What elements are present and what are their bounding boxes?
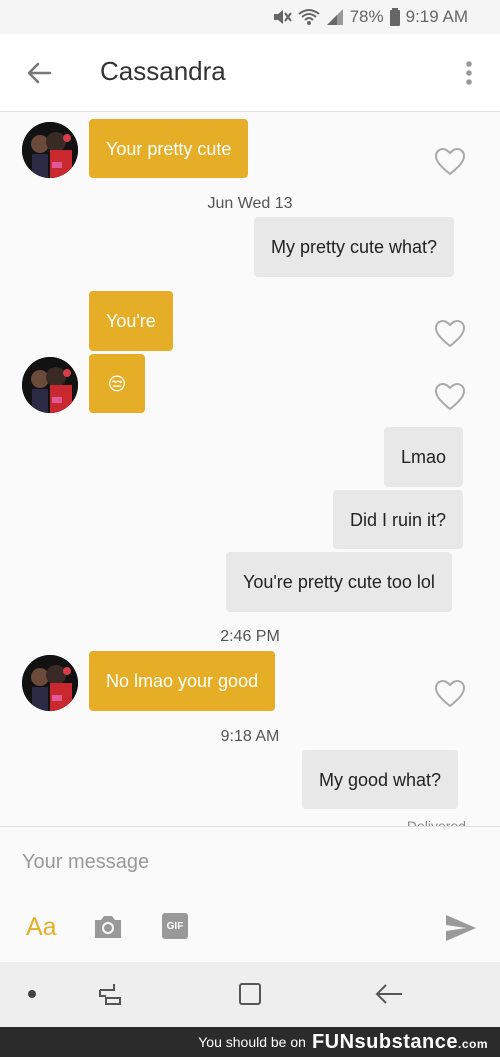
watermark-prefix: You should be on — [198, 1034, 306, 1050]
mute-icon — [273, 10, 292, 24]
conversation-header: Cassandra — [0, 34, 500, 112]
contact-name: Cassandra — [100, 56, 226, 86]
gif-icon[interactable]: GIF — [162, 913, 188, 939]
send-icon[interactable] — [444, 913, 478, 943]
avatar[interactable] — [22, 655, 78, 711]
avatar[interactable] — [22, 122, 78, 178]
outgoing-message[interactable]: My good what? — [302, 750, 459, 809]
avatar[interactable] — [22, 357, 78, 413]
message-list[interactable]: Your pretty cute Jun Wed 13 My pretty cu… — [0, 112, 500, 826]
back-arrow-icon[interactable] — [24, 58, 54, 88]
delivered-status: Delivered — [406, 818, 466, 826]
outgoing-message[interactable]: My pretty cute what? — [254, 217, 455, 277]
text-format-button[interactable]: Aa — [26, 913, 57, 942]
wifi-icon — [297, 9, 320, 25]
system-nav-bar — [0, 962, 500, 1027]
battery-percent: 78% — [349, 7, 384, 26]
signal-icon — [326, 9, 343, 25]
outgoing-message[interactable]: Did I ruin it? — [333, 490, 464, 549]
recent-apps-icon[interactable] — [96, 980, 124, 1008]
heart-icon[interactable] — [435, 383, 465, 411]
watermark-brand-fun: FUN — [311, 1030, 355, 1053]
incoming-emoji-message[interactable]: 😒 — [89, 354, 145, 413]
heart-icon[interactable] — [435, 320, 465, 348]
incoming-message[interactable]: Your pretty cute — [89, 119, 249, 178]
outgoing-message[interactable]: Lmao — [384, 427, 464, 487]
heart-icon[interactable] — [435, 148, 465, 176]
outgoing-message[interactable]: You're pretty cute too lol — [226, 552, 452, 612]
home-icon[interactable] — [236, 980, 264, 1008]
watermark-brand-suffix: .com — [457, 1036, 488, 1051]
nav-back-icon[interactable] — [374, 980, 404, 1008]
camera-icon[interactable] — [93, 913, 123, 941]
timestamp: Jun Wed 13 — [207, 195, 293, 212]
nav-dot-icon[interactable] — [28, 990, 36, 998]
clock: 9:19 AM — [405, 7, 468, 26]
timestamp: 2:46 PM — [220, 628, 280, 645]
status-bar: 78% 9:19 AM — [0, 0, 500, 34]
more-vert-icon[interactable] — [460, 60, 478, 88]
funsubstance-watermark: You should be on FUNsubstance.com — [0, 1027, 500, 1057]
timestamp: 9:18 AM — [220, 728, 280, 745]
incoming-message[interactable]: No lmao your good — [89, 651, 276, 711]
incoming-message[interactable]: You're — [89, 291, 173, 351]
message-composer: Aa GIF — [0, 826, 500, 962]
message-input[interactable] — [22, 847, 462, 877]
watermark-brand: FUNsubstance.com — [312, 1031, 488, 1054]
heart-icon[interactable] — [435, 680, 465, 708]
battery-icon — [389, 8, 400, 26]
watermark-brand-rest: substance — [354, 1030, 458, 1053]
